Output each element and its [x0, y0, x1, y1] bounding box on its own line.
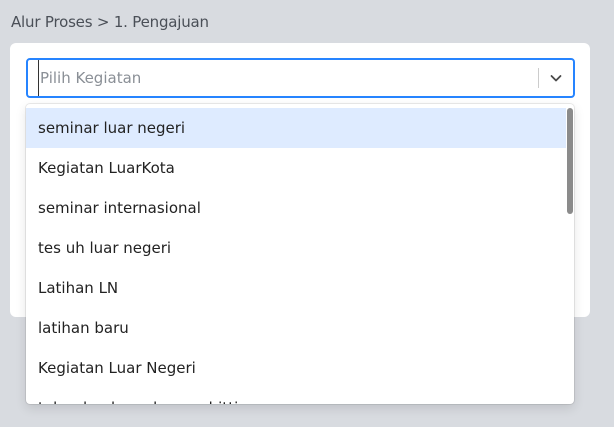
option-latihan-ln[interactable]: Latihan LN: [26, 268, 566, 308]
dropdown-menu: seminar luar negeri Kegiatan LuarKota se…: [26, 104, 574, 404]
menu-scrollbar[interactable]: [566, 104, 574, 404]
option-kegiatan-luar-negeri[interactable]: Kegiatan Luar Negeri: [26, 348, 566, 388]
option-latihan-baru[interactable]: latihan baru: [26, 308, 566, 348]
breadcrumb: Alur Proses > 1. Pengajuan: [11, 13, 209, 31]
option-kegiatan-luarkota[interactable]: Kegiatan LuarKota: [26, 148, 566, 188]
chevron-down-icon: [550, 75, 562, 82]
option-seminar-luar-negeri[interactable]: seminar luar negeri: [26, 108, 566, 148]
dropdown-options: seminar luar negeri Kegiatan LuarKota se…: [26, 108, 566, 404]
activity-select[interactable]: Pilih Kegiatan: [26, 58, 575, 98]
activity-select-placeholder[interactable]: Pilih Kegiatan: [38, 60, 141, 96]
scrollbar-thumb[interactable]: [567, 108, 573, 214]
option-seminar-internasional[interactable]: seminar internasional: [26, 188, 566, 228]
option-tes-uh-luar-negeri[interactable]: tes uh luar negeri: [26, 228, 566, 268]
option-partially-visible[interactable]: takes lomba pokemon bitti: [26, 388, 566, 404]
dropdown-toggle[interactable]: [539, 60, 573, 96]
